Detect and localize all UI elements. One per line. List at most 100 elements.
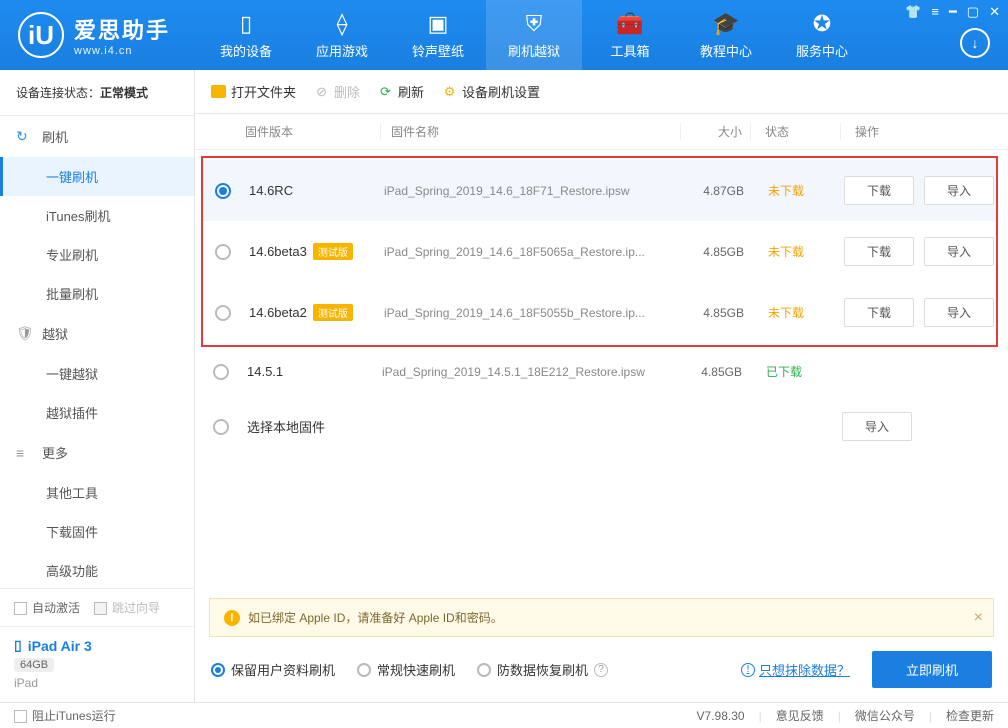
firmware-size: 4.85GB xyxy=(684,245,754,259)
nav-my-device[interactable]: ▯我的设备 xyxy=(198,0,294,70)
download-button[interactable]: 下载 xyxy=(844,237,914,266)
sidebar-group-flash[interactable]: ↻刷机 xyxy=(0,116,194,157)
skip-guide-checkbox[interactable]: 跳过向导 xyxy=(94,599,160,616)
sidebar-item-batch-flash[interactable]: 批量刷机 xyxy=(0,274,194,313)
app-subtitle: www.i4.cn xyxy=(74,45,170,57)
firmware-name: iPad_Spring_2019_14.5.1_18E212_Restore.i… xyxy=(382,365,682,379)
firmware-size: 4.85GB xyxy=(684,306,754,320)
device-info[interactable]: ▯iPad Air 3 64GB iPad xyxy=(0,626,194,702)
info-icon: ! xyxy=(741,663,755,677)
settings-button[interactable]: ⚙设备刷机设置 xyxy=(442,82,540,101)
sidebar-group-more[interactable]: ≡更多 xyxy=(0,432,194,473)
check-update-link[interactable]: 检查更新 xyxy=(946,707,994,724)
flash-now-button[interactable]: 立即刷机 xyxy=(872,651,992,688)
nav-apps[interactable]: ⟠应用游戏 xyxy=(294,0,390,70)
picture-icon: ▣ xyxy=(428,11,449,37)
import-button[interactable]: 导入 xyxy=(842,412,912,441)
warning-icon: ! xyxy=(224,610,240,626)
refresh-icon: ⟳ xyxy=(378,84,393,99)
skin-icon[interactable]: 👕 xyxy=(905,4,921,20)
row-radio[interactable] xyxy=(213,419,229,435)
mode-keep-data[interactable]: 保留用户资料刷机 xyxy=(211,660,335,679)
wechat-link[interactable]: 微信公众号 xyxy=(855,707,915,724)
feedback-link[interactable]: 意见反馈 xyxy=(776,707,824,724)
minimize-icon[interactable]: ━ xyxy=(949,4,957,20)
maximize-icon[interactable]: ▢ xyxy=(967,4,979,20)
firmware-version: 14.6beta2 xyxy=(249,305,307,320)
refresh-button[interactable]: ⟳刷新 xyxy=(378,82,424,101)
mode-normal[interactable]: 常规快速刷机 xyxy=(357,660,455,679)
open-folder-button[interactable]: 打开文件夹 xyxy=(211,82,296,101)
header: iU 爱思助手 www.i4.cn ▯我的设备 ⟠应用游戏 ▣铃声壁纸 ⛨刷机越… xyxy=(0,0,1008,70)
import-button[interactable]: 导入 xyxy=(924,237,994,266)
device-capacity: 64GB xyxy=(14,658,54,672)
mode-anti-recovery[interactable]: 防数据恢复刷机? xyxy=(477,660,608,679)
nav-ringtones[interactable]: ▣铃声壁纸 xyxy=(390,0,486,70)
table-row[interactable]: 14.6beta2 测试版 iPad_Spring_2019_14.6_18F505… xyxy=(203,282,996,343)
import-button[interactable]: 导入 xyxy=(924,176,994,205)
sidebar-group-jailbreak[interactable]: 🛡越狱 xyxy=(0,313,194,354)
col-name: 固件名称 xyxy=(380,123,680,140)
col-size: 大小 xyxy=(680,123,750,140)
firmware-name: iPad_Spring_2019_14.6_18F5055b_Restore.i… xyxy=(384,306,684,320)
nav-tutorials[interactable]: 🎓教程中心 xyxy=(678,0,774,70)
firmware-version: 14.5.1 xyxy=(247,364,283,379)
sidebar-item-itunes-flash[interactable]: iTunes刷机 xyxy=(0,196,194,235)
download-button[interactable]: 下载 xyxy=(844,176,914,205)
erase-only-link[interactable]: !只想抹除数据？ xyxy=(741,660,850,679)
status-bar: 阻止iTunes运行 V7.98.30| 意见反馈| 微信公众号| 检查更新 xyxy=(0,702,1008,728)
apple-id-notice: ! 如已绑定 Apple ID，请准备好 Apple ID和密码。 × xyxy=(209,598,994,637)
firmware-size: 4.85GB xyxy=(682,365,752,379)
sidebar-item-download-fw[interactable]: 下载固件 xyxy=(0,512,194,551)
nav-service[interactable]: ✪服务中心 xyxy=(774,0,870,70)
shield-icon: ⛨ xyxy=(526,11,543,37)
download-button[interactable]: 下载 xyxy=(844,298,914,327)
import-button[interactable]: 导入 xyxy=(924,298,994,327)
app-logo: iU 爱思助手 www.i4.cn xyxy=(0,12,188,58)
sidebar: 设备连接状态：正常模式 ↻刷机 一键刷机 iTunes刷机 专业刷机 批量刷机 … xyxy=(0,70,195,702)
table-header: 固件版本 固件名称 大小 状态 操作 xyxy=(195,114,1008,150)
toolbox-icon: 🧰 xyxy=(616,11,643,37)
row-radio[interactable] xyxy=(215,183,231,199)
nav-toolbox[interactable]: 🧰工具箱 xyxy=(582,0,678,70)
menu-icon[interactable]: ≡ xyxy=(931,4,939,20)
device-type: iPad xyxy=(14,676,180,690)
firmware-name: iPad_Spring_2019_14.6_18F71_Restore.ipsw xyxy=(384,184,684,198)
sidebar-item-oneclick-flash[interactable]: 一键刷机 xyxy=(0,157,194,196)
table-row[interactable]: 14.6RCiPad_Spring_2019_14.6_18F71_Restor… xyxy=(203,160,996,221)
help-icon[interactable]: ? xyxy=(594,663,608,677)
table-row[interactable]: 14.6beta3测试版iPad_Spring_2019_14.6_18F506… xyxy=(203,221,996,282)
apps-icon: ⟠ xyxy=(337,11,348,37)
auto-activate-checkbox[interactable]: 自动激活 xyxy=(14,599,80,616)
notice-text: 如已绑定 Apple ID，请准备好 Apple ID和密码。 xyxy=(248,609,503,626)
main-panel: 打开文件夹 ⊘删除 ⟳刷新 ⚙设备刷机设置 固件版本 固件名称 大小 状态 操作… xyxy=(195,70,1008,702)
row-radio[interactable] xyxy=(215,305,231,321)
notice-close-button[interactable]: × xyxy=(974,609,983,627)
firmware-version: 14.6beta3 xyxy=(249,244,307,259)
firmware-name: iPad_Spring_2019_14.6_18F5065a_Restore.i… xyxy=(384,245,684,259)
block-itunes-checkbox[interactable]: 阻止iTunes运行 xyxy=(14,707,116,724)
firmware-size: 4.87GB xyxy=(684,184,754,198)
download-button[interactable]: ↓ xyxy=(960,28,990,58)
close-icon[interactable]: ✕ xyxy=(989,4,1000,20)
toolbar: 打开文件夹 ⊘删除 ⟳刷新 ⚙设备刷机设置 xyxy=(195,70,1008,114)
row-radio[interactable] xyxy=(215,244,231,260)
folder-icon xyxy=(211,85,226,98)
table-row[interactable]: 14.5.1 iPad_Spring_2019_14.5.1_18E212_Res… xyxy=(201,347,998,396)
top-nav: ▯我的设备 ⟠应用游戏 ▣铃声壁纸 ⛨刷机越狱 🧰工具箱 🎓教程中心 ✪服务中心 xyxy=(198,0,870,70)
sidebar-item-pro-flash[interactable]: 专业刷机 xyxy=(0,235,194,274)
compass-icon: ✪ xyxy=(813,11,831,37)
phone-icon: ▯ xyxy=(240,11,252,37)
sidebar-item-oneclick-jb[interactable]: 一键越狱 xyxy=(0,354,194,393)
row-radio[interactable] xyxy=(213,364,229,380)
local-firmware-row[interactable]: 选择本地固件导入 xyxy=(201,396,998,457)
delete-button[interactable]: ⊘删除 xyxy=(314,82,360,101)
delete-icon: ⊘ xyxy=(314,84,329,99)
sidebar-item-jb-plugins[interactable]: 越狱插件 xyxy=(0,393,194,432)
beta-badge: 测试版 xyxy=(313,304,353,321)
mode-bar: 保留用户资料刷机 常规快速刷机 防数据恢复刷机? !只想抹除数据？ 立即刷机 xyxy=(195,637,1008,702)
sidebar-item-advanced[interactable]: 高级功能 xyxy=(0,551,194,588)
sidebar-item-other-tools[interactable]: 其他工具 xyxy=(0,473,194,512)
window-controls: 👕 ≡ ━ ▢ ✕ xyxy=(905,4,1000,20)
nav-flash[interactable]: ⛨刷机越狱 xyxy=(486,0,582,70)
